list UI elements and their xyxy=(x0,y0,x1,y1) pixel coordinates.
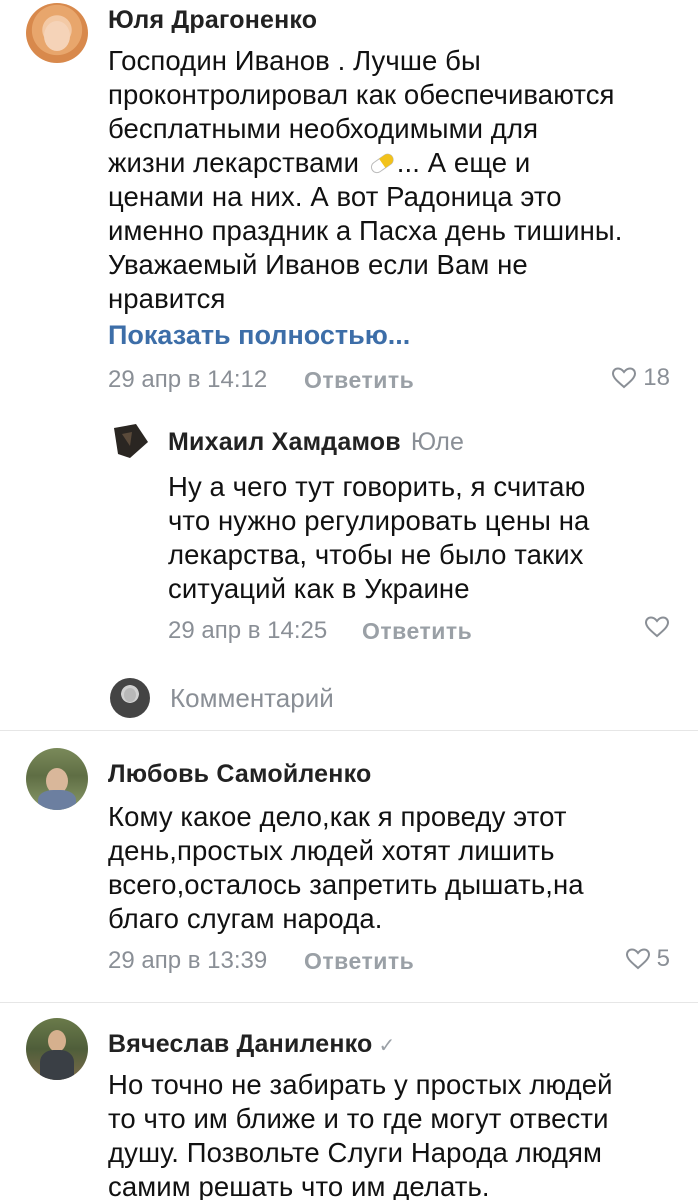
comment-line-with-emoji: жизни лекарствами ... А еще и xyxy=(108,146,623,180)
like-count: 18 xyxy=(643,364,670,391)
verified-check-icon: ✓ xyxy=(378,1035,396,1057)
comment-line: душу. Позвольте Слуги Народа людям xyxy=(108,1137,603,1168)
comment-line: Ну а чего тут говорить, я считаю xyxy=(168,471,586,502)
comment-line-part: жизни лекарствами xyxy=(108,147,360,178)
reply-button[interactable]: Ответить xyxy=(362,618,472,645)
comment-text: Господин Иванов . Лучше бы проконтролиро… xyxy=(108,44,623,316)
avatar[interactable] xyxy=(110,420,152,462)
reply-button[interactable]: Ответить xyxy=(304,948,414,975)
show-more-link[interactable]: Показать полностью... xyxy=(108,320,410,351)
comment-text: Кому какое дело,как я проведу этот день,… xyxy=(108,800,584,936)
comment-line: проконтролировал как обеспечиваются xyxy=(108,79,615,110)
avatar[interactable] xyxy=(26,748,88,810)
divider xyxy=(0,730,698,731)
comment-author: Вячеслав Даниленко ✓ xyxy=(108,1030,396,1059)
divider xyxy=(0,1002,698,1003)
author-name[interactable]: Михаил Хамдамов xyxy=(168,428,401,456)
comment-line: что нужно регулировать цены на xyxy=(168,505,590,536)
comment-line: то что им ближе и то где могут отвести xyxy=(108,1103,609,1134)
like-button[interactable] xyxy=(644,615,670,639)
author-name[interactable]: Вячеслав Даниленко xyxy=(108,1030,373,1058)
comment-date: 29 апр в 14:12 xyxy=(108,366,268,393)
comment-input[interactable]: Комментарий xyxy=(170,683,334,714)
comment-date: 29 апр в 14:25 xyxy=(168,617,328,644)
comment-line: лекарства, чтобы не было таких xyxy=(168,539,584,570)
comment-author: Михаил Хамдамов Юле xyxy=(168,428,464,457)
heart-icon xyxy=(612,367,637,389)
my-avatar xyxy=(110,678,150,718)
comment-line: Господин Иванов . Лучше бы xyxy=(108,45,481,76)
avatar[interactable] xyxy=(26,1018,88,1080)
comments-page: Юля Драгоненко Господин Иванов . Лучше б… xyxy=(0,0,698,1200)
comment-author[interactable]: Любовь Самойленко xyxy=(108,760,371,789)
comment-line: ситуаций как в Украине xyxy=(168,573,470,604)
comment-date: 29 апр в 13:39 xyxy=(108,947,268,974)
comment-text: Ну а чего тут говорить, я считаю что нуж… xyxy=(168,470,589,606)
heart-icon xyxy=(625,948,650,970)
comment-line: самим решать что им делать. xyxy=(108,1171,490,1200)
like-count: 5 xyxy=(656,945,670,972)
comment-line: Но точно не забирать у простых людей xyxy=(108,1069,613,1100)
like-button[interactable]: 5 xyxy=(625,945,670,973)
comment-line: благо слугам народа. xyxy=(108,903,383,934)
comment-line: ценами на них. А вот Радоница это xyxy=(108,181,562,212)
comment-author[interactable]: Юля Драгоненко xyxy=(108,6,317,35)
reply-to-label[interactable]: Юле xyxy=(411,428,464,456)
comment-line: именно праздник а Пасха день тишины. xyxy=(108,215,623,246)
reply-button[interactable]: Ответить xyxy=(304,367,414,394)
heart-icon xyxy=(644,616,670,638)
comment-line-part: ... А еще и xyxy=(396,147,531,178)
comment-line: нравится xyxy=(108,283,226,314)
pill-emoji-icon xyxy=(370,153,394,174)
user-photo-icon xyxy=(124,688,136,702)
comment-text: Но точно не забирать у простых людей то … xyxy=(108,1068,613,1200)
comment-line: всего,осталось запретить дышать,на xyxy=(108,869,584,900)
comment-line: бесплатными необходимыми для xyxy=(108,113,539,144)
comment-line: Кому какое дело,как я проведу этот xyxy=(108,801,567,832)
user-photo-icon xyxy=(114,424,148,458)
like-button[interactable]: 18 xyxy=(611,364,670,392)
comment-line: Уважаемый Иванов если Вам не xyxy=(108,249,528,280)
avatar[interactable] xyxy=(26,3,88,63)
comment-line: день,простых людей хотят лишить xyxy=(108,835,555,866)
user-photo-icon xyxy=(44,21,70,51)
user-photo-icon xyxy=(48,1030,66,1052)
